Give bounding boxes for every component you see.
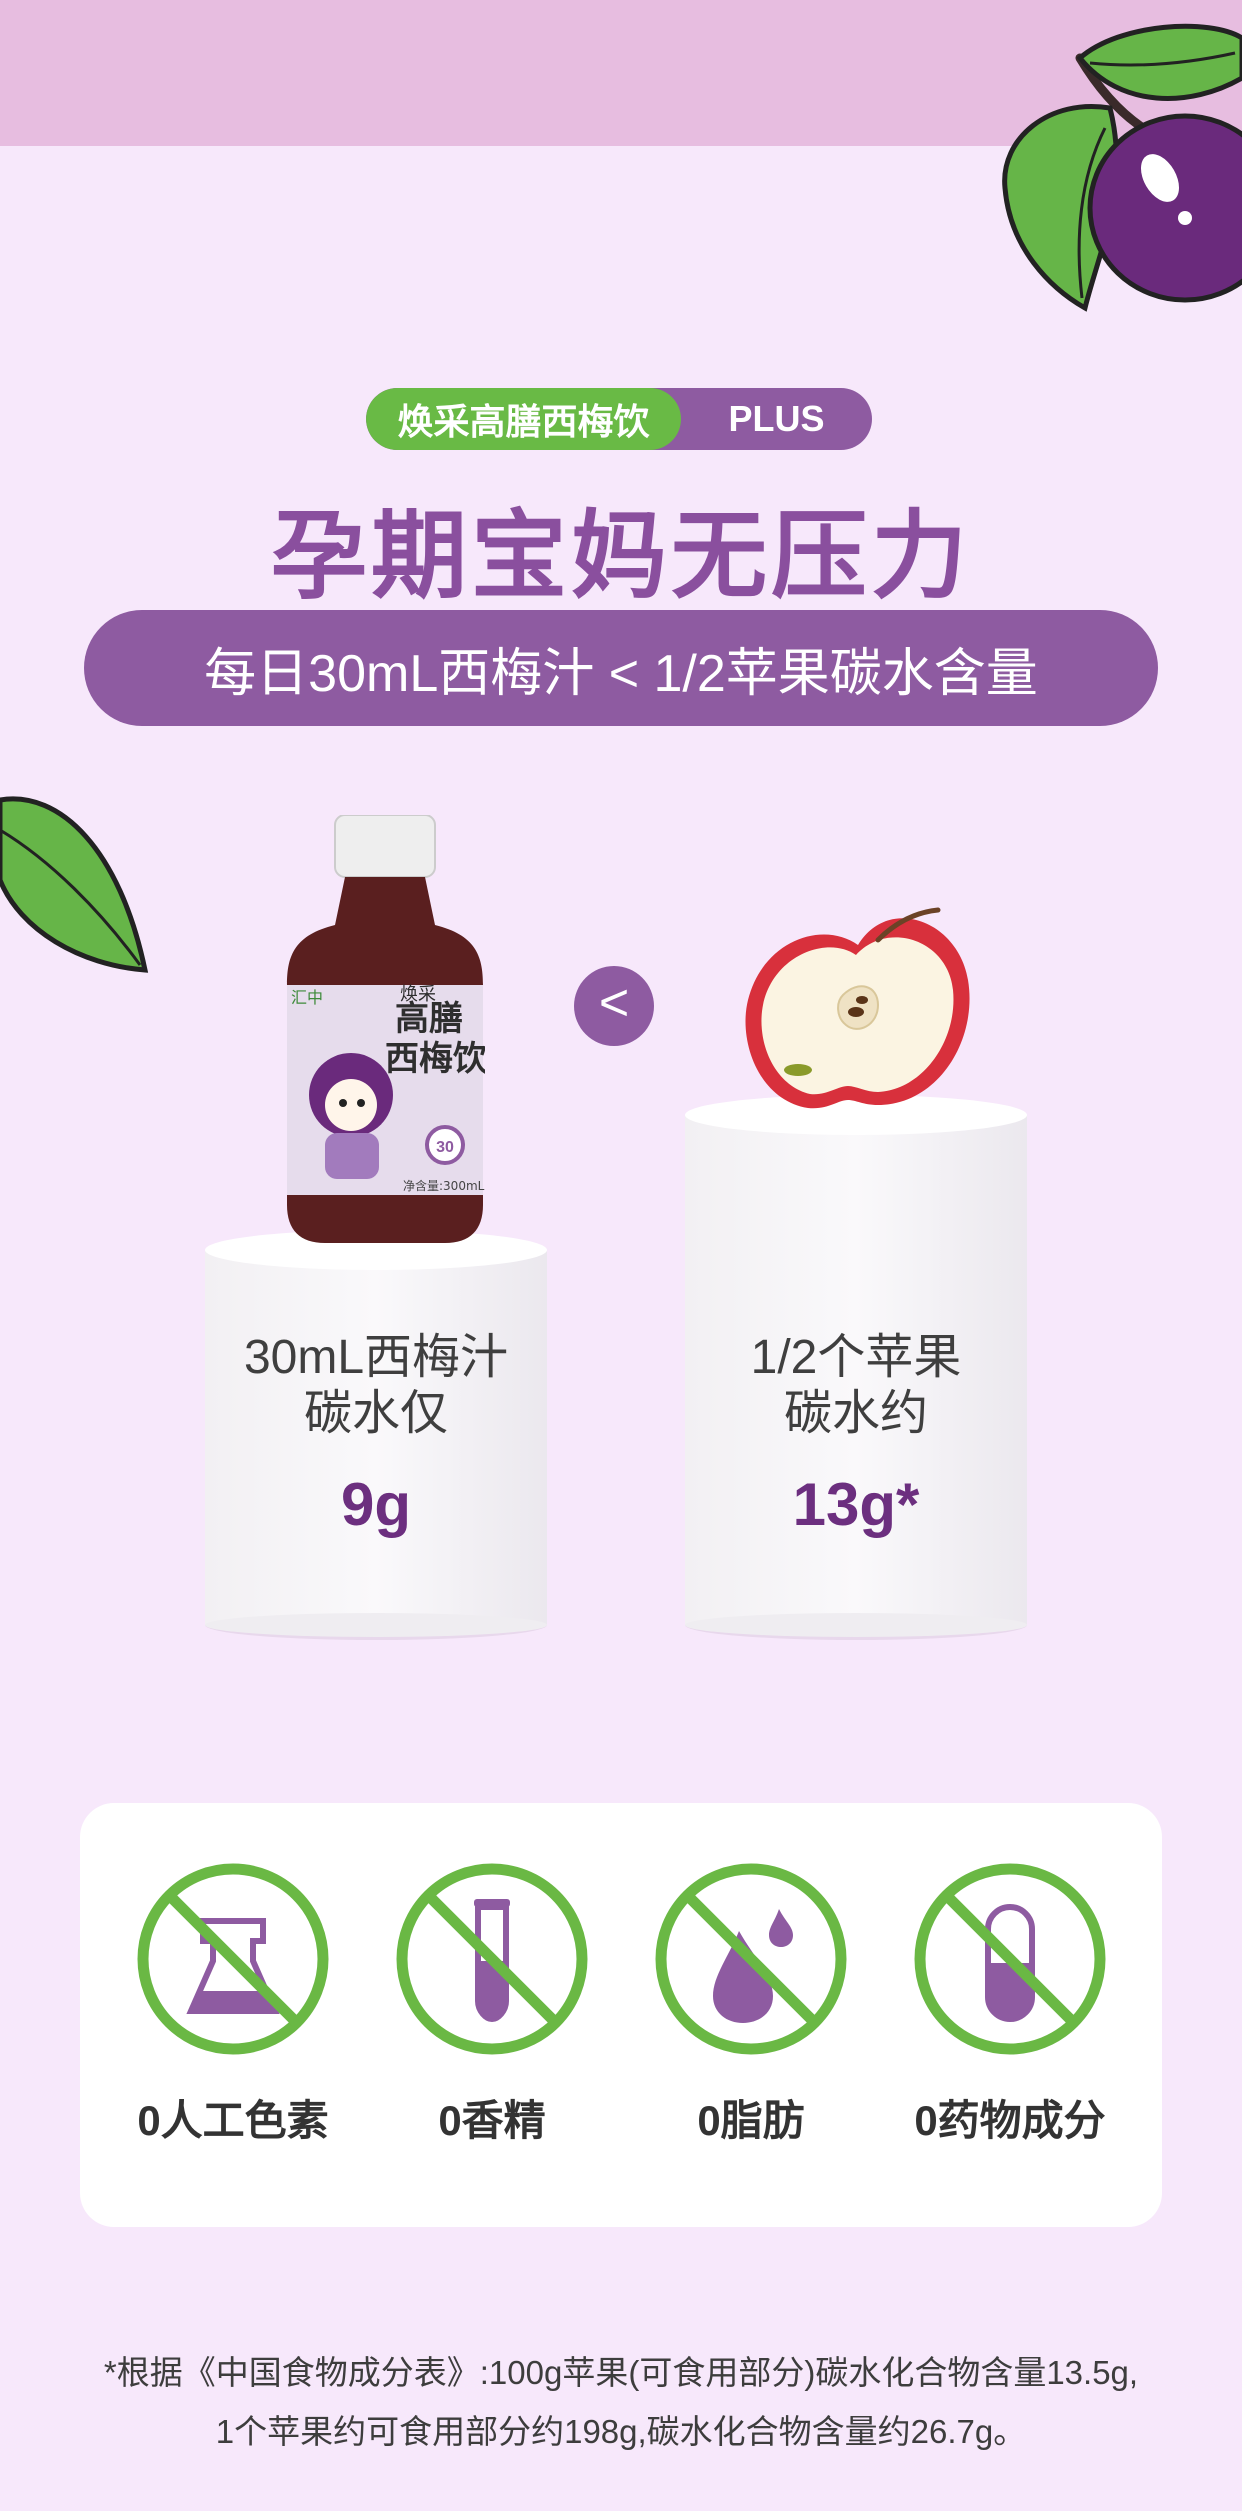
right-line2: 碳水约 <box>783 1387 928 1440</box>
left-line2: 碳水仅 <box>303 1387 448 1440</box>
oil-drop-icon <box>655 1863 847 2055</box>
capsule-icon <box>914 1863 1106 2055</box>
page-title: 孕期宝妈无压力 <box>271 503 971 610</box>
bottle-seal: 30 <box>436 1139 454 1156</box>
pedestal-left-text: 30mL西梅汁 碳水仅 9g <box>205 1230 547 1640</box>
bottle-label-small: 焕采 <box>400 984 436 1005</box>
bottle-net: 净含量:300mL <box>403 1178 485 1193</box>
feature-no-flavor: 0香精 <box>382 1861 602 2148</box>
pedestal-right-text: 1/2个苹果 碳水约 13g* <box>685 1095 1027 1640</box>
feature-no-fat: 0脂肪 <box>641 1861 861 2148</box>
apple-half <box>738 900 978 1120</box>
plum-icon <box>1002 23 1242 312</box>
feature-no-dye: 0人工色素 <box>123 1861 343 2148</box>
left-value: 9g <box>340 1471 412 1538</box>
footnote-line2: 1个苹果约可食用部分约198g,碳水化合物含量约26.7g。 <box>215 2413 1027 2450</box>
leaf-icon <box>0 796 149 973</box>
left-line1: 30mL西梅汁 <box>243 1331 509 1384</box>
feature-label-fat: 0脂肪 <box>697 2097 805 2144</box>
feature-label-flavor: 0香精 <box>438 2097 546 2144</box>
subtitle-pill: 每日30mL西梅汁 < 1/2苹果碳水含量 <box>84 610 1158 726</box>
badge-brand: 焕采高膳西梅饮 <box>366 388 681 450</box>
feature-label-drug: 0药物成分 <box>914 2097 1106 2144</box>
footnote-line1: *根据《中国食物成分表》:100g苹果(可食用部分)碳水化合物含量13.5g, <box>103 2354 1139 2391</box>
feature-no-drug: 0药物成分 <box>900 1861 1120 2148</box>
less-than-icon: < <box>574 966 654 1046</box>
bottle-icon: 30 高膳 西梅饮 焕采 汇中 净含量:300mL <box>287 814 488 1243</box>
bottle-label-2: 西梅饮 <box>385 1039 485 1079</box>
feature-label-dye: 0人工色素 <box>137 2097 329 2144</box>
badge-plus: PLUS <box>728 398 825 439</box>
test-tube-icon <box>396 1863 588 2055</box>
bottle-brand: 汇中 <box>291 988 323 1007</box>
dye-beaker-icon <box>137 1863 329 2055</box>
feature-card: 0人工色素 0香精 0脂肪 0药物成分 <box>80 1803 1162 2227</box>
juice-bottle: 30 高膳 西梅饮 焕采 汇中 净含量:300mL <box>285 814 488 1245</box>
apple-icon <box>745 907 970 1109</box>
right-value: 13g* <box>792 1471 920 1538</box>
bottle-label-1: 高膳 <box>395 999 463 1039</box>
right-line1: 1/2个苹果 <box>750 1331 962 1384</box>
product-badge: 焕采高膳西梅饮 PLUS <box>366 388 872 450</box>
